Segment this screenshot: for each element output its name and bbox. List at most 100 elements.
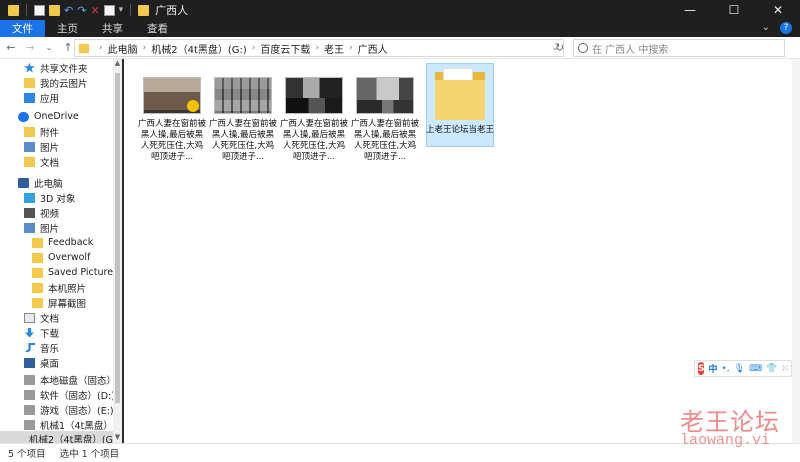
nav-item-attachments[interactable]: 附件 [24, 124, 59, 139]
breadcrumb-item[interactable]: 此电脑 [108, 41, 138, 56]
tab-file[interactable]: 文件 [0, 20, 45, 37]
folder-icon [138, 4, 150, 16]
folder-icon [435, 66, 485, 120]
breadcrumb-item[interactable]: 百度云下载 [260, 41, 310, 56]
recent-dropdown-icon[interactable]: ⌄ [41, 43, 57, 52]
rename-icon[interactable] [103, 4, 115, 16]
properties-icon[interactable] [34, 4, 45, 16]
folder-icon [32, 282, 43, 293]
minimize-button[interactable]: — [668, 0, 712, 20]
folder-icon[interactable] [8, 4, 19, 16]
address-bar[interactable]: › 此电脑 › 机械2（4t黑盘）(G:) › 百度云下载 › 老王 › 广西人… [74, 39, 564, 57]
sogou-logo-icon[interactable]: S [698, 362, 705, 375]
nav-item-saved-pictures[interactable]: Saved Pictures [32, 265, 118, 280]
skin-icon[interactable]: 👕 [766, 364, 777, 374]
star-icon [24, 62, 35, 73]
nav-item-downloads[interactable]: 下载 [24, 325, 59, 340]
file-name: 广西人妻在窗前被黑人操,最后被黑人死死压住,大鸡吧顶进子... [208, 119, 277, 162]
window-title: 广西人 [155, 4, 189, 17]
nav-item-music[interactable]: 音乐 [24, 340, 59, 355]
address-row: ← → ⌄ ↑ › 此电脑 › 机械2（4t黑盘）(G:) › 百度云下载 › … [0, 37, 800, 59]
delete-icon[interactable]: ✕ [90, 5, 99, 16]
desktop-icon [24, 357, 35, 368]
undo-icon[interactable]: ↶ [64, 5, 73, 16]
nav-item-screenshots[interactable]: 屏幕截图 [32, 295, 86, 310]
nav-item-documents[interactable]: 文档 [24, 310, 59, 325]
chevron-down-icon[interactable]: ⌄ [762, 22, 770, 34]
customize-dropdown-icon[interactable]: ▾ [119, 5, 124, 15]
nav-item-onedrive[interactable]: OneDrive [18, 109, 79, 124]
ime-mode-toggle[interactable]: 中 [708, 362, 717, 375]
3d-icon [24, 192, 35, 203]
back-arrow-icon[interactable]: ← [3, 41, 19, 54]
file-item-video-3[interactable]: 广西人妻在窗前被黑人操,最后被黑人死死压住,大鸡吧顶进子... [280, 77, 348, 163]
nav-item-drive-d[interactable]: 软件（固态）(D:) [24, 387, 115, 402]
content-right-edge [792, 59, 800, 443]
window-controls: — ☐ ✕ [668, 0, 800, 20]
scroll-up-icon[interactable]: ▲ [113, 59, 122, 69]
tab-view[interactable]: 查看 [135, 20, 180, 37]
breadcrumb: › 此电脑 › 机械2（4t黑盘）(G:) › 百度云下载 › 老王 › 广西人 [94, 41, 388, 56]
nav-item-drive-c[interactable]: 本地磁盘（固态）(C:) [24, 372, 122, 387]
title-bar: ↶ ↷ ✕ ▾ 广西人 — ☐ ✕ [0, 0, 800, 20]
navigation-pane: 共享文件夹 我的云图片 应用 OneDrive 附件 图片 文档 此电脑 3D … [0, 59, 122, 443]
breadcrumb-item[interactable]: 机械2（4t黑盘）(G:) [151, 41, 247, 56]
folder-icon [79, 43, 89, 53]
tab-share[interactable]: 共享 [90, 20, 135, 37]
breadcrumb-item[interactable]: 广西人 [358, 41, 388, 56]
tab-home[interactable]: 主页 [45, 20, 90, 37]
nav-item-drive-f[interactable]: 机械1（4t黑盘）(F:) [24, 417, 122, 432]
breadcrumb-item[interactable]: 老王 [324, 41, 344, 56]
scroll-down-icon[interactable]: ▼ [113, 433, 122, 443]
file-item-video-2[interactable]: 广西人妻在窗前被黑人操,最后被黑人死死压住,大鸡吧顶进子... [209, 77, 277, 163]
image-icon [24, 141, 35, 152]
image-icon [24, 222, 35, 233]
video-thumbnail [285, 77, 343, 114]
nav-item-local-photos[interactable]: 本机照片 [32, 280, 86, 295]
nav-item-shared-folder[interactable]: 共享文件夹 [24, 60, 88, 75]
nav-scrollbar[interactable]: ▲ ▼ [113, 59, 122, 443]
search-placeholder: 在 广西人 中搜索 [592, 44, 669, 56]
pc-icon [18, 177, 29, 188]
folder-icon [24, 156, 35, 167]
keyboard-icon[interactable]: ⌨ [749, 364, 762, 374]
toolbox-icon[interactable]: ⁙ [781, 364, 789, 374]
folder-icon [32, 252, 43, 263]
nav-item-onedrive-documents[interactable]: 文档 [24, 154, 59, 169]
nav-item-videos[interactable]: 视频 [24, 205, 59, 220]
forward-arrow-icon[interactable]: → [22, 41, 38, 54]
help-icon[interactable]: ? [780, 22, 792, 34]
file-item-video-4[interactable]: 广西人妻在窗前被黑人操,最后被黑人死死压住,大鸡吧顶进子... [351, 77, 419, 163]
close-button[interactable]: ✕ [756, 0, 800, 20]
nav-item-pictures[interactable]: 图片 [24, 220, 59, 235]
file-item-video-1[interactable]: 广西人妻在窗前被黑人操,最后被黑人死死压住,大鸡吧顶进子... [138, 77, 206, 163]
folder-item[interactable]: 上老王论坛当老王 [426, 63, 494, 147]
nav-item-apps[interactable]: 应用 [24, 90, 59, 105]
video-badge-icon [187, 100, 199, 112]
video-thumbnail [356, 77, 414, 114]
scroll-thumb[interactable] [115, 73, 120, 403]
nav-item-drive-e[interactable]: 游戏（固态）(E:) [24, 402, 114, 417]
nav-item-this-pc[interactable]: 此电脑 [18, 175, 63, 190]
nav-item-desktop[interactable]: 桌面 [24, 355, 59, 370]
microphone-icon[interactable]: 🎙 [734, 364, 745, 374]
folder-icon [32, 297, 43, 308]
nav-item-drive-g[interactable]: 机械2（4t黑盘）(G:) [0, 431, 120, 443]
search-input[interactable]: 在 广西人 中搜索 [573, 39, 785, 57]
ribbon-tabs: 文件 主页 共享 查看 ⌄ ? [0, 20, 800, 37]
video-thumbnail [214, 77, 272, 114]
refresh-icon[interactable]: ↻ [555, 41, 564, 54]
music-icon [25, 342, 35, 353]
redo-icon[interactable]: ↷ [77, 5, 86, 16]
punctuation-icon[interactable]: •, [722, 364, 730, 374]
new-folder-icon[interactable] [49, 4, 60, 16]
nav-item-onedrive-pictures[interactable]: 图片 [24, 139, 59, 154]
nav-item-feedback[interactable]: Feedback [32, 235, 93, 250]
ime-toolbar[interactable]: S 中 •, 🎙 ⌨ 👕 ⁙ [694, 360, 792, 377]
nav-item-3d-objects[interactable]: 3D 对象 [24, 190, 75, 205]
nav-item-overwolf[interactable]: Overwolf [32, 250, 90, 265]
watermark-url: laowang.vi [680, 432, 771, 449]
nav-item-cloud-pictures[interactable]: 我的云图片 [24, 75, 88, 90]
divider [26, 4, 27, 16]
maximize-button[interactable]: ☐ [712, 0, 756, 20]
